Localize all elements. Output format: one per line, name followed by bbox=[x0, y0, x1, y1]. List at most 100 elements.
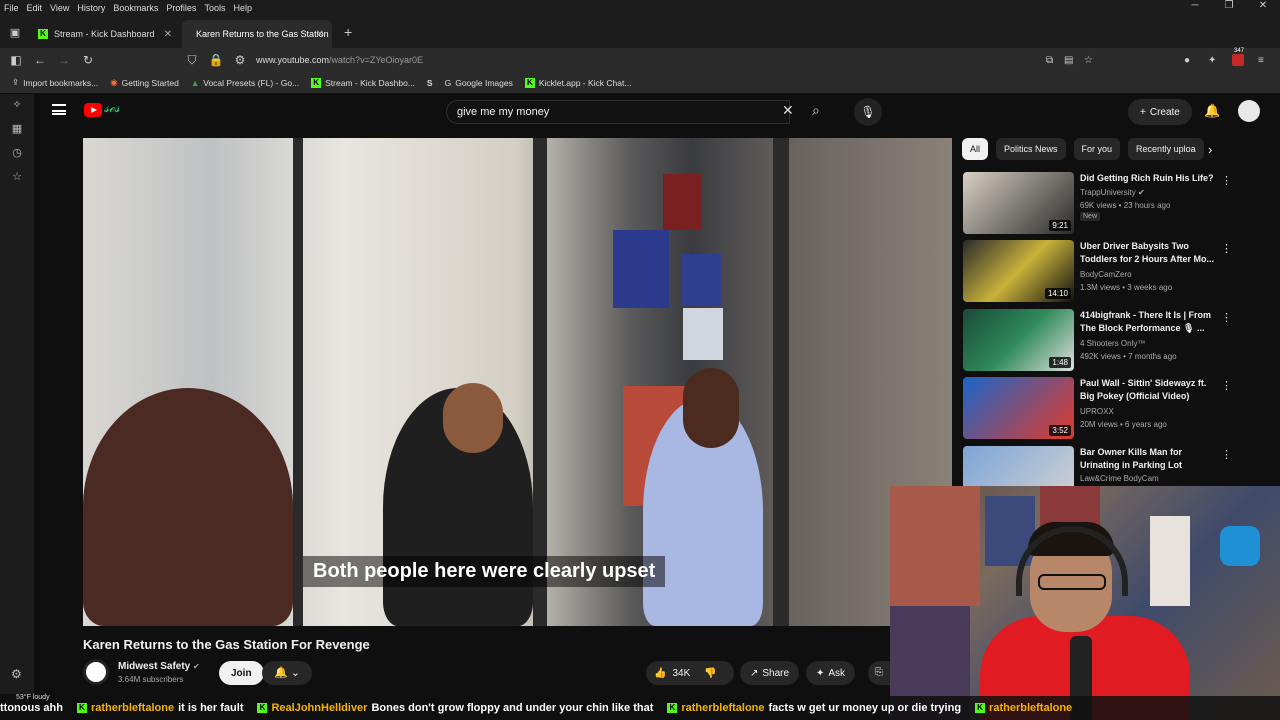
bookmark-kick-dashboard[interactable]: K Stream - Kick Dashbo... bbox=[311, 77, 415, 88]
rec-title[interactable]: Bar Owner Kills Man for Urinating in Par… bbox=[1080, 446, 1215, 472]
hamburger-menu-icon[interactable] bbox=[52, 104, 66, 115]
rec-title[interactable]: 414bigfrank - There It Is | From The Blo… bbox=[1080, 309, 1215, 335]
share-button[interactable]: ↗ Share bbox=[740, 661, 800, 685]
rec-channel[interactable]: UPROXX bbox=[1080, 407, 1114, 416]
like-icon[interactable]: 👍 bbox=[654, 668, 666, 679]
chevron-right-icon[interactable]: › bbox=[1208, 142, 1212, 157]
collections-icon[interactable]: ▦ bbox=[0, 122, 34, 146]
ask-button[interactable]: ✦ Ask bbox=[806, 661, 856, 685]
bookmark-star-icon[interactable]: ☆ bbox=[1084, 55, 1093, 66]
bookmark-getting-started[interactable]: ◉ Getting Started bbox=[110, 77, 179, 88]
extensions-icon[interactable]: ✦ bbox=[1208, 55, 1216, 66]
chip-politics-news[interactable]: Politics News bbox=[996, 138, 1066, 160]
account-icon[interactable]: ● bbox=[1184, 55, 1190, 66]
menu-help[interactable]: Help bbox=[229, 3, 256, 13]
channel-name[interactable]: Midwest Safety ✔ bbox=[118, 661, 200, 672]
ai-icon[interactable]: ✧ bbox=[0, 98, 34, 122]
weather-temp: 53°F bbox=[16, 694, 31, 701]
recommendation-item[interactable]: 3:52 Paul Wall - Sittin' Sidewayz ft. Bi… bbox=[963, 377, 1263, 439]
video-thumbnail[interactable]: 3:52 bbox=[963, 377, 1074, 439]
youtube-logo-icon[interactable] bbox=[84, 103, 102, 117]
lock-icon[interactable]: 🔒 bbox=[204, 53, 228, 67]
restore-icon[interactable]: ❐ bbox=[1212, 0, 1246, 11]
bookmark-s[interactable]: S bbox=[427, 78, 433, 88]
new-tab-icon[interactable]: + bbox=[344, 24, 352, 40]
dislike-icon[interactable]: 👎 bbox=[704, 668, 716, 679]
rec-channel[interactable]: Law&Crime BodyCam bbox=[1080, 474, 1159, 483]
menu-edit[interactable]: Edit bbox=[23, 3, 47, 13]
video-player[interactable]: Both people here were clearly upset bbox=[83, 138, 952, 626]
chip-recently-uploaded[interactable]: Recently uploa bbox=[1128, 138, 1204, 160]
create-button[interactable]: + Create bbox=[1128, 99, 1192, 125]
chip-for-you[interactable]: For you bbox=[1073, 138, 1121, 160]
bookmark-kicklet[interactable]: K Kicklet.app - Kick Chat... bbox=[524, 77, 631, 88]
tab-overview-icon[interactable]: ▣ bbox=[0, 26, 30, 39]
shield-icon[interactable]: ⛉ bbox=[180, 53, 204, 68]
more-options-icon[interactable]: ⋮ bbox=[1221, 242, 1232, 255]
sidebar-toggle-icon[interactable]: ◧ bbox=[4, 53, 28, 67]
recommendation-item[interactable]: 1:48 414bigfrank - There It Is | From Th… bbox=[963, 309, 1263, 371]
youtube-doodle-logo[interactable]: 𝓈ℯ𝓈 bbox=[104, 100, 120, 116]
recommendation-item[interactable]: 14:10 Uber Driver Babysits Two Toddlers … bbox=[963, 240, 1263, 302]
search-icon[interactable]: ⌕ bbox=[812, 102, 820, 119]
more-options-icon[interactable]: ⋮ bbox=[1221, 448, 1232, 461]
plus-icon: + bbox=[1140, 106, 1146, 118]
channel-avatar[interactable] bbox=[83, 659, 109, 685]
extension-badge-icon[interactable] bbox=[1232, 54, 1244, 66]
bookmark-google-images[interactable]: G Google Images bbox=[445, 78, 513, 88]
rec-title[interactable]: Paul Wall - Sittin' Sidewayz ft. Big Pok… bbox=[1080, 377, 1215, 403]
rec-channel[interactable]: TrappUniversity ✔ bbox=[1080, 188, 1145, 197]
menu-tools[interactable]: Tools bbox=[200, 3, 229, 13]
more-options-icon[interactable]: ⋮ bbox=[1221, 174, 1232, 187]
close-window-icon[interactable]: ✕ bbox=[1246, 0, 1280, 11]
menu-profiles[interactable]: Profiles bbox=[162, 3, 200, 13]
user-avatar[interactable] bbox=[1238, 100, 1260, 122]
close-tab-icon[interactable]: ✕ bbox=[316, 29, 324, 40]
url-field[interactable]: www.youtube.com/watch?v=ZYeOioyar0E bbox=[256, 55, 423, 65]
reload-icon[interactable]: ↻ bbox=[76, 53, 100, 67]
reader-icon[interactable]: ▤ bbox=[1064, 55, 1073, 66]
menu-history[interactable]: History bbox=[73, 3, 109, 13]
clear-search-icon[interactable]: ✕ bbox=[782, 102, 794, 119]
notifications-bell-icon[interactable]: 🔔 bbox=[1204, 103, 1220, 119]
channel-name-text: Midwest Safety bbox=[118, 661, 191, 672]
menu-view[interactable]: View bbox=[46, 3, 73, 13]
favorites-icon[interactable]: ☆ bbox=[0, 170, 34, 194]
tab-kick-dashboard[interactable]: K Stream - Kick Dashboard ✕ bbox=[30, 20, 180, 48]
kick-favicon-icon: K bbox=[524, 77, 535, 88]
history-icon[interactable]: ◷ bbox=[0, 146, 34, 170]
subscription-bell-button[interactable]: 🔔 ⌄ bbox=[262, 661, 312, 685]
bookmark-import[interactable]: ⇪ Import bookmarks... bbox=[12, 77, 98, 88]
video-thumbnail[interactable]: 1:48 bbox=[963, 309, 1074, 371]
rec-channel[interactable]: 4 Shooters Only™ bbox=[1080, 339, 1145, 348]
more-options-icon[interactable]: ⋮ bbox=[1221, 311, 1232, 324]
minimize-icon[interactable]: ─ bbox=[1178, 0, 1212, 11]
rec-channel-text: TrappUniversity bbox=[1080, 188, 1136, 197]
rec-title[interactable]: Did Getting Rich Ruin His Life? bbox=[1080, 172, 1215, 185]
like-count[interactable]: 34K bbox=[672, 668, 690, 679]
menu-file[interactable]: File bbox=[0, 3, 23, 13]
rec-title[interactable]: Uber Driver Babysits Two Toddlers for 2 … bbox=[1080, 240, 1215, 266]
chip-all[interactable]: All bbox=[962, 138, 989, 160]
browser-menu-icon[interactable]: ≡ bbox=[1258, 55, 1264, 66]
back-icon[interactable]: ← bbox=[28, 53, 52, 67]
more-options-icon[interactable]: ⋮ bbox=[1221, 379, 1232, 392]
search-input[interactable]: give me my money bbox=[446, 100, 790, 124]
tab-youtube-video[interactable]: Karen Returns to the Gas Station ✕ bbox=[182, 20, 332, 48]
site-settings-icon[interactable]: ⚙ bbox=[228, 53, 252, 67]
join-button[interactable]: Join bbox=[219, 661, 264, 685]
menu-bookmarks[interactable]: Bookmarks bbox=[109, 3, 162, 13]
microphone-icon[interactable]: 🎙 bbox=[854, 98, 882, 126]
save-icon[interactable]: ⎘ bbox=[868, 661, 890, 685]
screenshot-icon[interactable]: ⧉ bbox=[1046, 55, 1053, 66]
forward-icon[interactable]: → bbox=[52, 53, 76, 67]
sidebar-settings-icon[interactable]: ⚙ bbox=[11, 667, 22, 681]
video-thumbnail[interactable]: 14:10 bbox=[963, 240, 1074, 302]
weather-widget[interactable]: 53°F loudy bbox=[16, 694, 50, 701]
rec-channel[interactable]: BodyCamZero bbox=[1080, 270, 1132, 279]
close-tab-icon[interactable]: ✕ bbox=[164, 29, 172, 40]
bookmark-vocal-presets[interactable]: ▲ Vocal Presets (FL) - Go... bbox=[191, 78, 299, 88]
chevron-down-icon: ⌄ bbox=[290, 667, 300, 679]
recommendation-item[interactable]: 9:21 Did Getting Rich Ruin His Life? Tra… bbox=[963, 172, 1263, 234]
video-thumbnail[interactable]: 9:21 bbox=[963, 172, 1074, 234]
